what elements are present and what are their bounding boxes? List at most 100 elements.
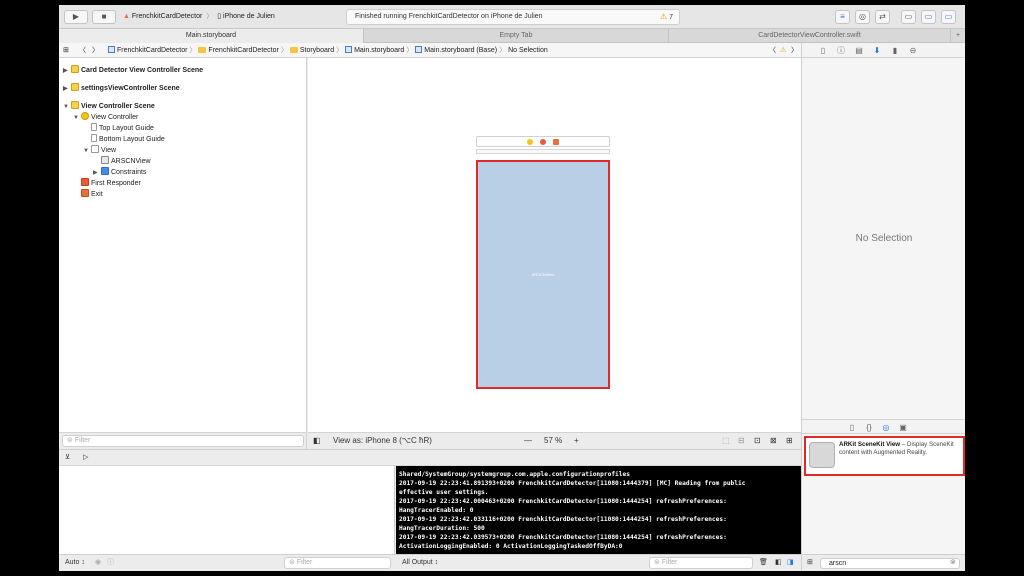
tab-card-detector-swift[interactable]: CardDetectorViewController.swift xyxy=(669,29,951,43)
next-issue-button[interactable]: 〉 xyxy=(791,43,798,58)
outline-row[interactable]: Top Layout Guide xyxy=(63,123,303,134)
breadcrumb-selection[interactable]: No Selection xyxy=(508,47,548,54)
outline-row[interactable]: ▼ View Controller Scene xyxy=(63,101,303,112)
breadcrumb-file[interactable]: Main.storyboard xyxy=(345,46,404,54)
view-as-button[interactable]: View as: iPhone 8 (⌥C ħR) xyxy=(333,433,432,449)
right-panel-icon: ▭ xyxy=(944,12,953,21)
breadcrumb-project[interactable]: FrenchkitCardDetector xyxy=(108,46,187,54)
eye-icon[interactable]: ◉ xyxy=(95,555,101,571)
code-snippet-library-icon[interactable]: {} xyxy=(862,420,876,435)
console[interactable]: Shared/SystemGroup/systemgroup.com.apple… xyxy=(396,466,801,554)
disclosure-icon[interactable]: ▼ xyxy=(63,102,71,113)
breadcrumb-base[interactable]: Main.storyboard (Base) xyxy=(415,46,497,54)
warning-indicator[interactable]: ⚠ 7 xyxy=(660,10,673,25)
previous-issue-button[interactable]: 〈 xyxy=(769,43,776,58)
disclosure-icon[interactable]: ▼ xyxy=(83,146,91,157)
scene-icon xyxy=(71,101,79,109)
embed-in-stack-icon[interactable]: ⬚ xyxy=(722,433,730,449)
vc-icon xyxy=(81,112,89,120)
library-search-input[interactable]: arscn xyxy=(820,558,960,569)
outline-row[interactable]: Bottom Layout Guide xyxy=(63,134,303,145)
variables-scope-select[interactable]: Auto ↕ xyxy=(65,555,85,571)
output-select[interactable]: All Output ↕ xyxy=(402,555,438,571)
xcode-window: ▶ ■ ▲ FrenchkitCardDetector 〉 ▯ iPhone d… xyxy=(59,5,965,571)
file-template-library-icon[interactable]: ▯ xyxy=(845,420,859,435)
zoom-out-button[interactable]: — xyxy=(524,433,532,449)
console-line: ActivationLoggingEnabled: 0 ActivationLo… xyxy=(399,543,623,550)
media-library-icon[interactable]: ▣ xyxy=(896,420,910,435)
disclosure-icon[interactable]: ▼ xyxy=(73,113,81,124)
trash-icon[interactable]: 🗑 xyxy=(759,555,768,571)
activity-viewer: Finished running FrenchkitCardDetector o… xyxy=(346,9,680,25)
version-editor-button[interactable]: ⇄ xyxy=(875,10,890,24)
exit-icon xyxy=(81,189,89,197)
object-library-icon[interactable]: ◎ xyxy=(879,420,893,435)
utilities-toggle[interactable]: ▭ xyxy=(941,10,956,24)
attributes-inspector-icon[interactable]: ⬇ xyxy=(870,43,884,58)
file-inspector-icon[interactable]: ▯ xyxy=(816,43,830,58)
library-item-arkit-scenekit-view[interactable]: ARKit SceneKit View – Display SceneKit c… xyxy=(804,436,965,476)
outline-row[interactable]: ▶ Card Detector View Controller Scene xyxy=(63,65,303,76)
outline-row[interactable]: ▶ Constraints xyxy=(63,167,303,178)
outline-filter-input[interactable]: ⊜ Filter xyxy=(62,435,304,447)
arkit-scenekit-view-icon xyxy=(809,442,835,468)
debug-area-toggle[interactable]: ▭ xyxy=(921,10,936,24)
variables-filter-input[interactable]: ⊜ Filter xyxy=(284,557,391,569)
forward-button[interactable]: 〉 xyxy=(92,43,99,58)
outline-row[interactable]: First Responder xyxy=(63,178,303,189)
related-items-icon[interactable]: ⊞ xyxy=(63,43,69,58)
new-tab-button[interactable]: + xyxy=(951,29,965,43)
breadcrumb-storyboard-folder[interactable]: Storyboard xyxy=(289,47,334,54)
bottom-panel-icon: ▭ xyxy=(924,12,933,21)
chevron-right-icon: 〉 xyxy=(206,13,214,20)
assistant-editor-button[interactable]: ◎ xyxy=(855,10,870,24)
outline-row[interactable]: Exit xyxy=(63,189,303,200)
outline-row[interactable]: ▶ settingsViewController Scene xyxy=(63,83,303,94)
zoom-in-button[interactable]: + xyxy=(574,433,579,449)
arscnview[interactable]: ARSCNView xyxy=(476,160,610,389)
stop-button[interactable]: ■ xyxy=(92,10,116,24)
outline-toggle-icon[interactable]: ◧ xyxy=(313,433,321,449)
help-inspector-icon[interactable]: ⓘ xyxy=(834,43,848,58)
scheme-selector[interactable]: ▲ FrenchkitCardDetector 〉 ▯ iPhone de Ju… xyxy=(123,10,275,24)
align-icon[interactable]: ⊟ xyxy=(738,433,745,449)
chevron-right-icon: 〉 xyxy=(336,47,344,54)
disclosure-icon[interactable]: ▶ xyxy=(63,66,71,77)
breadcrumb-group[interactable]: FrenchkitCardDetector xyxy=(198,47,279,54)
library-tabs: ▯ {} ◎ ▣ xyxy=(802,419,965,434)
run-button[interactable]: ▶ xyxy=(64,10,88,24)
grid-icon[interactable]: ⊞ xyxy=(807,555,813,571)
warning-icon[interactable]: ⚠ xyxy=(780,43,786,58)
console-filter-input[interactable]: ⊜ Filter xyxy=(649,557,753,569)
filter-icon: ⊜ xyxy=(654,559,660,566)
tab-empty[interactable]: Empty Tab xyxy=(364,29,669,43)
size-inspector-icon[interactable]: ▮ xyxy=(888,43,902,58)
storyboard-canvas[interactable]: ARSCNView xyxy=(308,58,801,432)
lines-icon: ≡ xyxy=(840,12,845,21)
resizing-icon[interactable]: ⊞ xyxy=(786,433,793,449)
breakpoints-icon[interactable]: ▷ xyxy=(83,450,88,466)
outline-row[interactable]: ▼ View xyxy=(63,145,303,156)
split-right-icon[interactable]: ◨ xyxy=(787,555,794,571)
identity-inspector-icon[interactable]: ▤ xyxy=(852,43,866,58)
clear-icon[interactable]: ⊗ xyxy=(950,555,956,571)
first-responder-icon[interactable] xyxy=(540,139,546,145)
filter-icon: ⊜ xyxy=(289,559,295,566)
info-icon[interactable]: ⓘ xyxy=(107,555,114,571)
navigator-toggle[interactable]: ▭ xyxy=(901,10,916,24)
outline-row[interactable]: ▼ View Controller xyxy=(63,112,303,123)
pin-icon[interactable]: ⊡ xyxy=(754,433,761,449)
back-button[interactable]: 〈 xyxy=(79,43,86,58)
hide-debug-area-icon[interactable]: ⊻ xyxy=(65,450,70,466)
resolve-issues-icon[interactable]: ⊠ xyxy=(770,433,777,449)
split-left-icon[interactable]: ◧ xyxy=(775,555,782,571)
tab-main-storyboard[interactable]: Main.storyboard xyxy=(59,29,364,43)
disclosure-icon[interactable]: ▶ xyxy=(63,84,71,95)
chevron-right-icon: 〉 xyxy=(406,47,414,54)
view-controller-icon[interactable] xyxy=(527,139,533,145)
exit-icon[interactable] xyxy=(553,139,559,145)
standard-editor-button[interactable]: ≡ xyxy=(835,10,850,24)
outline-row[interactable]: ARSCNView xyxy=(63,156,303,167)
outline-row-label: Bottom Layout Guide xyxy=(99,136,165,143)
connections-inspector-icon[interactable]: ⊖ xyxy=(906,43,920,58)
